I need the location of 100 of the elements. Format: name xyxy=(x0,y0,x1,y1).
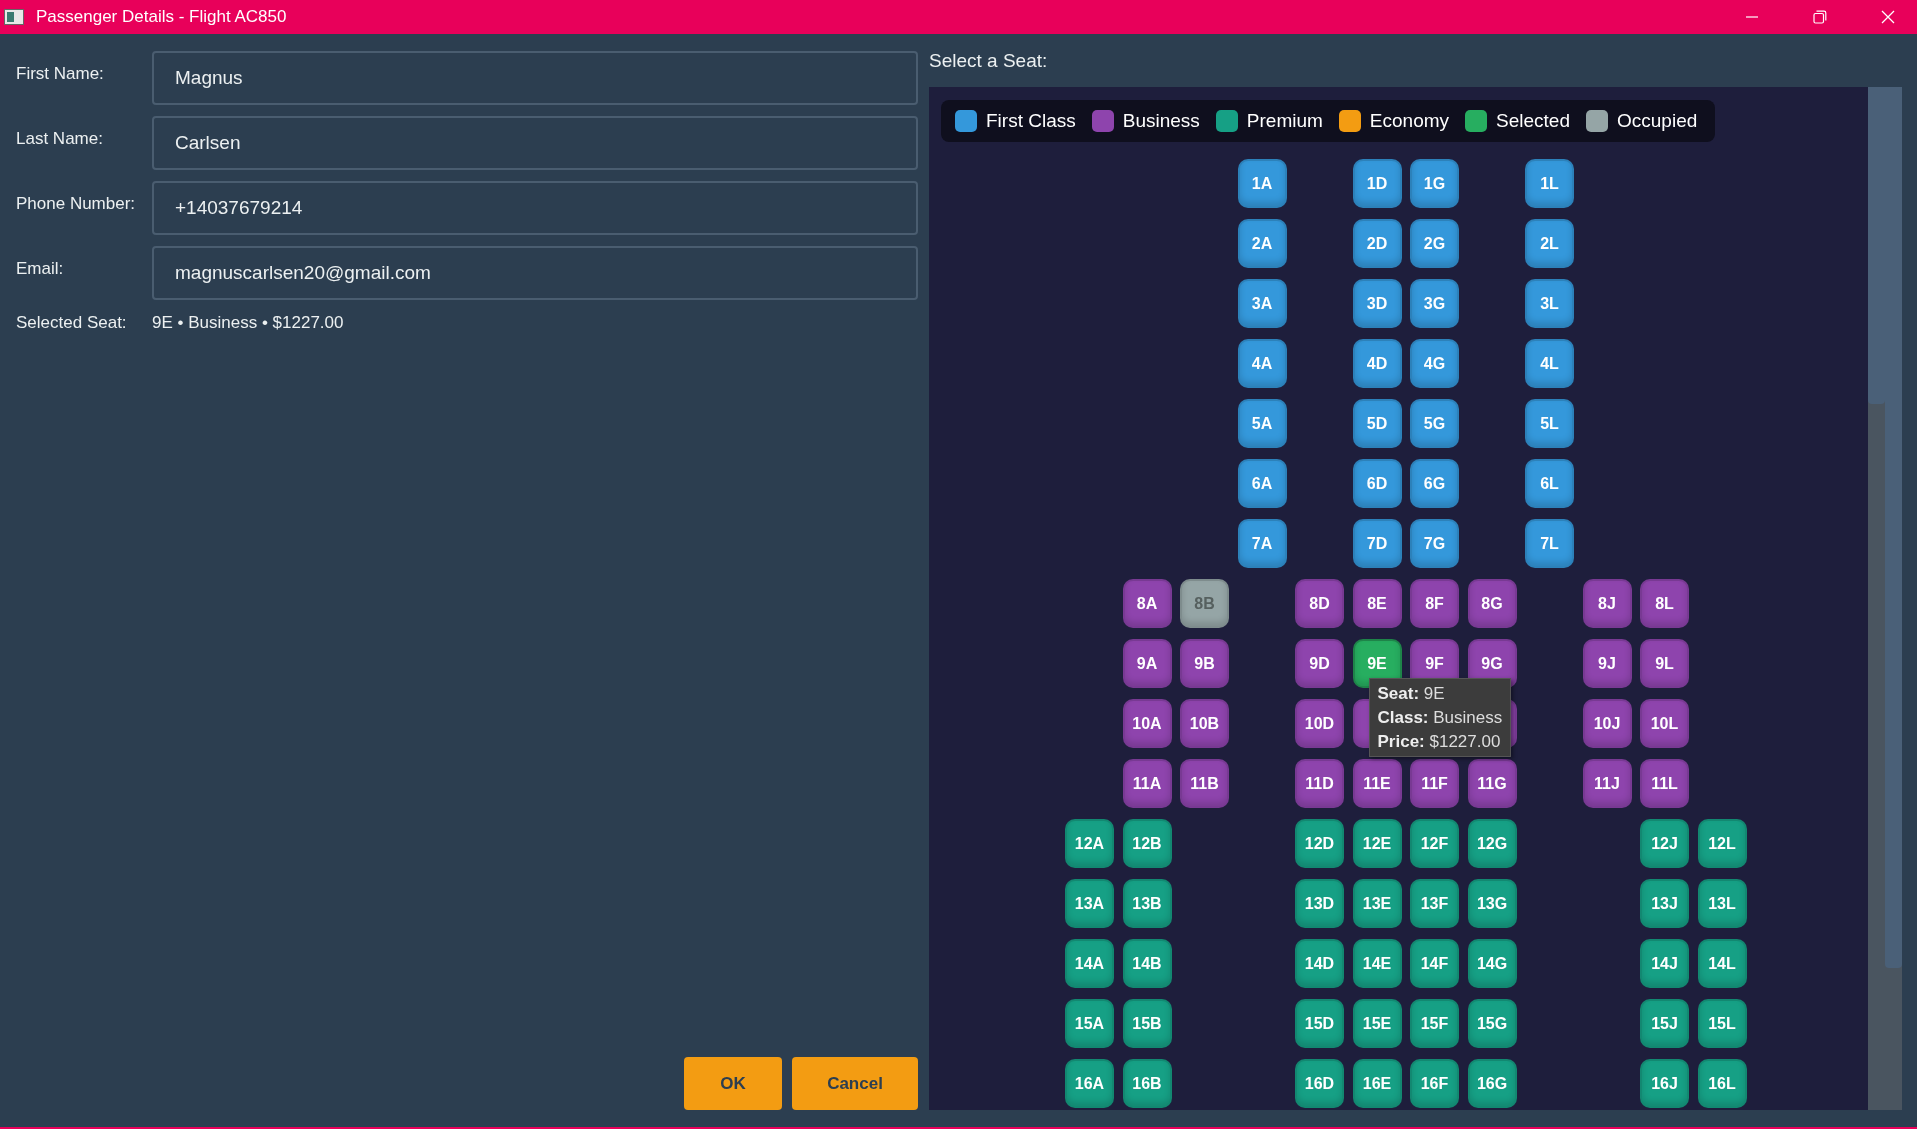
seat-button[interactable]: 5A xyxy=(1237,399,1287,448)
seat-button[interactable]: 9A xyxy=(1122,639,1172,688)
seat-button[interactable]: 5G xyxy=(1410,399,1459,448)
seat-button[interactable]: 10B xyxy=(1180,699,1229,748)
seat-button[interactable]: 7G xyxy=(1410,519,1459,568)
seat-button[interactable]: 2D xyxy=(1352,219,1402,268)
seat-button[interactable]: 13E xyxy=(1352,879,1402,928)
seat-button[interactable]: 16A xyxy=(1065,1059,1114,1108)
seat-button[interactable]: 8F xyxy=(1410,579,1459,628)
seat-button[interactable]: 8D xyxy=(1295,579,1344,628)
seat-button[interactable]: 10J xyxy=(1582,699,1632,748)
seat-button[interactable]: 13B xyxy=(1122,879,1172,928)
seat-button[interactable]: 4L xyxy=(1525,339,1574,388)
seat-button[interactable]: 15B xyxy=(1122,999,1172,1048)
seat-button[interactable]: 10D xyxy=(1295,699,1344,748)
seat-button[interactable]: 13F xyxy=(1410,879,1459,928)
seat-button[interactable]: 14A xyxy=(1065,939,1114,988)
scrollbar[interactable] xyxy=(1885,87,1902,1110)
seat-button[interactable]: 11L xyxy=(1640,759,1689,808)
seat-button[interactable]: 3A xyxy=(1237,279,1287,328)
seat-button[interactable]: 14E xyxy=(1352,939,1402,988)
seat-button[interactable]: 2A xyxy=(1237,219,1287,268)
seat-button[interactable]: 11D xyxy=(1295,759,1344,808)
seat-button[interactable]: 15A xyxy=(1065,999,1114,1048)
seat-button[interactable]: 16G xyxy=(1467,1059,1517,1108)
seat-button[interactable]: 1D xyxy=(1352,159,1402,208)
seat-button[interactable]: 15L xyxy=(1697,999,1747,1048)
seat-button[interactable]: 11E xyxy=(1352,759,1402,808)
seat-button[interactable]: 10L xyxy=(1640,699,1689,748)
scrollbar[interactable] xyxy=(1868,87,1885,1110)
seat-button[interactable]: 5L xyxy=(1525,399,1574,448)
seat-button[interactable]: 12G xyxy=(1467,819,1517,868)
seat-button[interactable]: 13J xyxy=(1640,879,1689,928)
seat-button[interactable]: 14F xyxy=(1410,939,1459,988)
seat-button[interactable]: 3L xyxy=(1525,279,1574,328)
seat-button[interactable]: 7L xyxy=(1525,519,1574,568)
seat-button[interactable]: 11G xyxy=(1467,759,1517,808)
input-field[interactable]: Carlsen xyxy=(152,116,918,170)
seat-button[interactable]: 12B xyxy=(1122,819,1172,868)
seat-button[interactable]: 15F xyxy=(1410,999,1459,1048)
seat-button[interactable]: 10A xyxy=(1122,699,1172,748)
seat-button[interactable]: 8G xyxy=(1467,579,1517,628)
seat-button[interactable]: 8E xyxy=(1352,579,1402,628)
seat-button[interactable]: 6A xyxy=(1237,459,1287,508)
seat-button[interactable]: 16B xyxy=(1122,1059,1172,1108)
seat-button[interactable]: 4D xyxy=(1352,339,1402,388)
input-field[interactable]: +14037679214 xyxy=(152,181,918,235)
seat-button[interactable]: 4A xyxy=(1237,339,1287,388)
seat-button[interactable]: 1A xyxy=(1237,159,1287,208)
seat-button[interactable]: 8B xyxy=(1180,579,1229,628)
seat-button[interactable]: 9D xyxy=(1295,639,1344,688)
seat-button[interactable]: 12L xyxy=(1697,819,1747,868)
ok-button[interactable]: OK xyxy=(684,1057,782,1110)
seat-button[interactable]: 12E xyxy=(1352,819,1402,868)
seat-button[interactable]: 11A xyxy=(1122,759,1172,808)
seat-button[interactable]: 6L xyxy=(1525,459,1574,508)
seat-button[interactable]: 5D xyxy=(1352,399,1402,448)
seat-button[interactable]: 2L xyxy=(1525,219,1574,268)
input-field[interactable]: Magnus xyxy=(152,51,918,105)
seat-button[interactable]: 14L xyxy=(1697,939,1747,988)
seat-button[interactable]: 12J xyxy=(1640,819,1689,868)
seat-button[interactable]: 15E xyxy=(1352,999,1402,1048)
seat-button[interactable]: 16F xyxy=(1410,1059,1459,1108)
seat-button[interactable]: 14D xyxy=(1295,939,1344,988)
seat-button[interactable]: 7D xyxy=(1352,519,1402,568)
seat-button[interactable]: 14J xyxy=(1640,939,1689,988)
seat-button[interactable]: 9J xyxy=(1582,639,1632,688)
seat-button[interactable]: 13A xyxy=(1065,879,1114,928)
seat-button[interactable]: 16D xyxy=(1295,1059,1344,1108)
seat-button[interactable]: 8J xyxy=(1582,579,1632,628)
seat-button[interactable]: 15D xyxy=(1295,999,1344,1048)
cancel-button[interactable]: Cancel xyxy=(792,1057,918,1110)
seat-button[interactable]: 9B xyxy=(1180,639,1229,688)
seat-button[interactable]: 11B xyxy=(1180,759,1229,808)
seat-button[interactable]: 3G xyxy=(1410,279,1459,328)
seat-button[interactable]: 14B xyxy=(1122,939,1172,988)
seat-button[interactable]: 12F xyxy=(1410,819,1459,868)
seat-button[interactable]: 16L xyxy=(1697,1059,1747,1108)
seat-button[interactable]: 14G xyxy=(1467,939,1517,988)
seat-button[interactable]: 6G xyxy=(1410,459,1459,508)
seat-button[interactable]: 13D xyxy=(1295,879,1344,928)
seat-button[interactable]: 15J xyxy=(1640,999,1689,1048)
seat-button[interactable]: 13G xyxy=(1467,879,1517,928)
seat-button[interactable]: 8A xyxy=(1122,579,1172,628)
seat-button[interactable]: 1G xyxy=(1410,159,1459,208)
seat-button[interactable]: 4G xyxy=(1410,339,1459,388)
seat-button[interactable]: 11F xyxy=(1410,759,1459,808)
seat-button[interactable]: 12A xyxy=(1065,819,1114,868)
seat-button[interactable]: 9L xyxy=(1640,639,1689,688)
input-field[interactable]: magnuscarlsen20@gmail.com xyxy=(152,246,918,300)
seat-button[interactable]: 8L xyxy=(1640,579,1689,628)
seat-button[interactable]: 3D xyxy=(1352,279,1402,328)
seat-button[interactable]: 6D xyxy=(1352,459,1402,508)
seat-button[interactable]: 11J xyxy=(1582,759,1632,808)
seat-button[interactable]: 13L xyxy=(1697,879,1747,928)
seat-button[interactable]: 15G xyxy=(1467,999,1517,1048)
restore-icon[interactable] xyxy=(1813,10,1827,24)
seat-button[interactable]: 2G xyxy=(1410,219,1459,268)
seat-button[interactable]: 12D xyxy=(1295,819,1344,868)
seat-button[interactable]: 7A xyxy=(1237,519,1287,568)
